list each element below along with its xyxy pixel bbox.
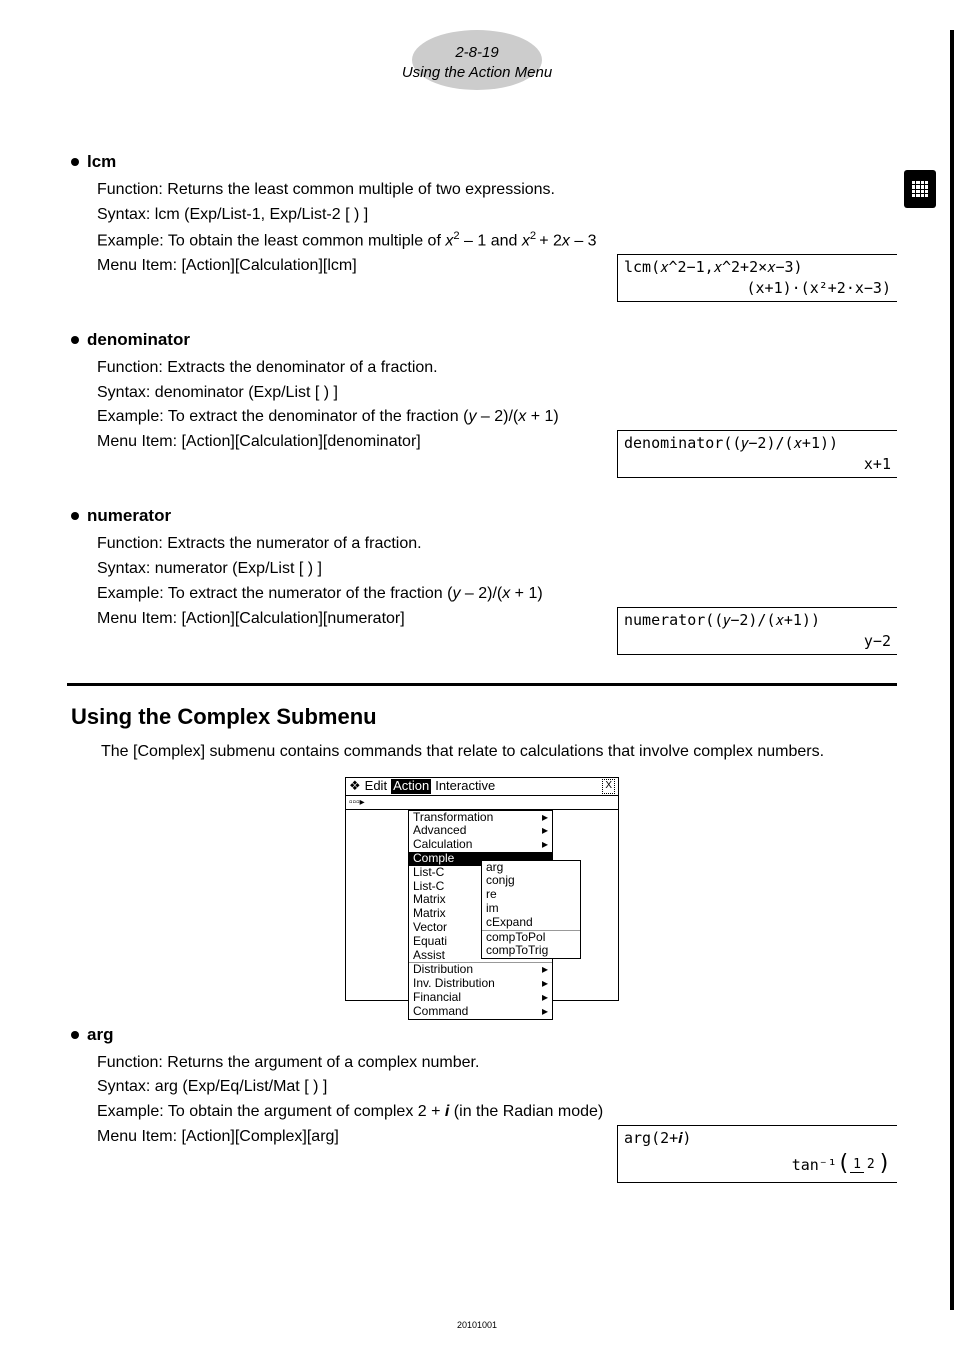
section-title: Using the Action Menu — [47, 63, 907, 83]
numerator-example: Example: To extract the numerator of the… — [97, 582, 897, 607]
menu-close-icon[interactable]: X — [602, 779, 615, 794]
menu-item[interactable]: Calculation▸ — [409, 838, 552, 852]
numerator-function: Function: Extracts the numerator of a fr… — [97, 532, 897, 557]
arg-syntax: Syntax: arg (Exp/Eq/List/Mat [ ) ] — [97, 1075, 897, 1100]
menu-logo-icon: ❖ — [349, 779, 361, 794]
numerator-calc-output: numerator((𝑦−2)/(𝑥+1)) y−2 — [617, 607, 897, 655]
menu-item[interactable]: Distribution▸ — [409, 962, 552, 977]
lcm-menu-item: Menu Item: [Action][Calculation][lcm] — [97, 254, 617, 279]
lcm-calc-output: lcm(𝑥^2−1,𝑥^2+2×𝑥−3) (x+1)·(x²+2·x−3) — [617, 254, 897, 302]
page-header: 2-8-19 Using the Action Menu — [47, 35, 907, 82]
arg-calc-output: arg(2+𝒊) tan⁻¹(12) — [617, 1125, 897, 1183]
menu-item[interactable]: Financial▸ — [409, 991, 552, 1005]
menu-item[interactable]: Transformation▸ — [409, 811, 552, 825]
denominator-calc-output: denominator((𝑦−2)/(𝑥+1)) x+1 — [617, 430, 897, 478]
denominator-menu-item: Menu Item: [Action][Calculation][denomin… — [97, 430, 617, 455]
calculator-icon — [904, 170, 936, 208]
numerator-menu-item: Menu Item: [Action][Calculation][numerat… — [97, 607, 617, 632]
menu-edit[interactable]: Edit — [365, 779, 387, 794]
menu-item[interactable]: Inv. Distribution▸ — [409, 977, 552, 991]
denominator-syntax: Syntax: denominator (Exp/List [ ) ] — [97, 381, 897, 406]
submenu-item[interactable]: cExpand — [482, 916, 580, 930]
submenu-item[interactable]: conjg — [482, 874, 580, 888]
section-denominator: denominator Function: Extracts the denom… — [67, 330, 897, 478]
submenu-item[interactable]: compToPol — [482, 930, 580, 945]
section-arg: arg Function: Returns the argument of a … — [67, 1025, 897, 1183]
section-lcm: lcm Function: Returns the least common m… — [67, 152, 897, 302]
lcm-example: Example: To obtain the least common mult… — [97, 228, 897, 254]
submenu-item[interactable]: im — [482, 902, 580, 916]
arg-menu-item: Menu Item: [Action][Complex][arg] — [97, 1125, 617, 1150]
arg-title: arg — [67, 1025, 897, 1045]
numerator-syntax: Syntax: numerator (Exp/List [ ) ] — [97, 557, 897, 582]
toolbar: ▫▫▫▸ — [346, 796, 618, 810]
complex-description: The [Complex] submenu contains commands … — [67, 740, 897, 763]
submenu-item[interactable]: arg — [482, 861, 580, 875]
complex-heading: Using the Complex Submenu — [67, 704, 897, 730]
footer-date: 20101001 — [0, 1320, 954, 1330]
menu-interactive[interactable]: Interactive — [435, 779, 495, 794]
menu-screenshot: ❖ Edit Action Interactive X ▫▫▫▸ Transfo… — [345, 777, 619, 1001]
denominator-example: Example: To extract the denominator of t… — [97, 405, 897, 430]
sub-menu-list: arg conjg re im cExpand compToPol compTo… — [481, 860, 581, 960]
submenu-item[interactable]: re — [482, 888, 580, 902]
section-numerator: numerator Function: Extracts the numerat… — [67, 506, 897, 654]
divider — [67, 683, 897, 686]
arg-example: Example: To obtain the argument of compl… — [97, 1100, 897, 1125]
menu-item[interactable]: Advanced▸ — [409, 824, 552, 838]
lcm-function: Function: Returns the least common multi… — [97, 178, 897, 203]
menu-item[interactable]: Command▸ — [409, 1005, 552, 1019]
arg-function: Function: Returns the argument of a comp… — [97, 1051, 897, 1076]
numerator-title: numerator — [67, 506, 897, 526]
menu-action[interactable]: Action — [391, 779, 431, 794]
lcm-title: lcm — [67, 152, 897, 172]
section-number: 2-8-19 — [47, 43, 907, 63]
lcm-syntax: Syntax: lcm (Exp/List-1, Exp/List-2 [ ) … — [97, 203, 897, 228]
denominator-function: Function: Extracts the denominator of a … — [97, 356, 897, 381]
denominator-title: denominator — [67, 330, 897, 350]
submenu-item[interactable]: compToTrig — [482, 944, 580, 958]
